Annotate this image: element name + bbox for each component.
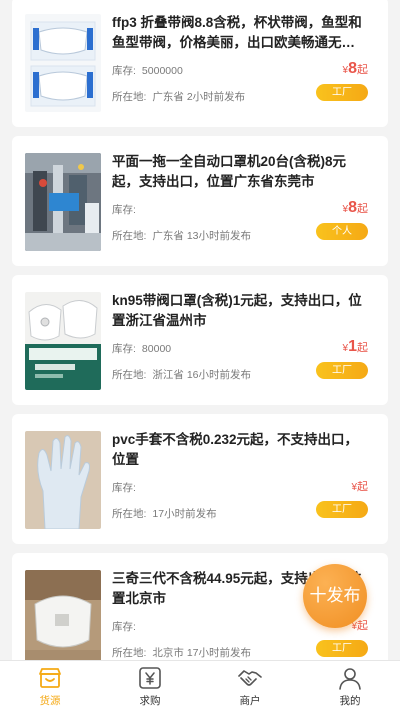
stock-label: 库存: [112, 65, 136, 77]
listing-stock: 库存: [112, 202, 142, 217]
listing-location: 所在地: 17小时前发布 [112, 506, 217, 521]
location-label: 所在地: [112, 508, 147, 520]
location-value: 浙江省 16小时前发布 [152, 369, 252, 381]
product-thumbnail [25, 14, 101, 112]
listing-stock: 库存: 5000000 [112, 63, 183, 78]
tab-supply[interactable]: 货源 [0, 661, 100, 710]
tab-label: 求购 [139, 695, 161, 707]
listing-location: 所在地: 广东省 13小时前发布 [112, 228, 251, 243]
stock-label: 库存: [112, 204, 136, 216]
tab-label: 商户 [239, 695, 261, 707]
price-number: 8 [348, 60, 357, 77]
listing-price: ¥8起 [343, 60, 368, 78]
location-label: 所在地: [112, 647, 147, 659]
tab-mine[interactable]: 我的 [300, 661, 400, 710]
price-unit: 起 [357, 342, 368, 354]
price-number: 8 [348, 199, 357, 216]
price-number: 1 [348, 338, 357, 355]
listing-title: kn95带阀口罩(含税)1元起，支持出口，位置浙江省温州市 [112, 293, 362, 328]
yen-bag-icon [139, 667, 161, 689]
product-thumbnail [25, 570, 101, 660]
seller-type-badge: 工厂 [316, 640, 368, 657]
shop-icon [39, 668, 61, 688]
location-value: 广东省 13小时前发布 [152, 230, 252, 242]
stock-value: 5000000 [141, 65, 183, 77]
listing-price: ¥1起 [343, 338, 368, 356]
stock-value: 80000 [141, 343, 172, 355]
listing-feed: ffp3 折叠带阀8.8含税，杯状带阀，鱼型和鱼型带阀，价格美丽，出口欧美畅通无… [0, 0, 400, 660]
user-icon [339, 668, 361, 690]
listing-location: 所在地: 浙江省 16小时前发布 [112, 367, 251, 382]
listing-stock: 库存: [112, 480, 142, 495]
tab-label: 货源 [39, 695, 61, 707]
listing-card[interactable]: pvc手套不含税0.232元起，不支持出口，位置 库存: ¥起 所在地: 17小时… [12, 414, 388, 544]
listing-location: 所在地: 广东省 2小时前发布 [112, 89, 245, 104]
product-thumbnail [25, 431, 101, 529]
listing-card[interactable]: 平面一拖一全自动口罩机20台(含税)8元起，支持出口，位置广东省东莞市 库存: … [12, 136, 388, 266]
listing-location: 所在地: 北京市 17小时前发布 [112, 645, 251, 660]
location-value: 北京市 17小时前发布 [152, 647, 252, 659]
listing-title: pvc手套不含税0.232元起，不支持出口，位置 [112, 432, 359, 467]
stock-label: 库存: [112, 621, 136, 633]
price-unit: 起 [357, 203, 368, 215]
price-unit: 起 [357, 481, 368, 493]
seller-type-badge: 工厂 [316, 362, 368, 379]
product-thumbnail [25, 292, 101, 390]
seller-type-badge: 工厂 [316, 84, 368, 101]
product-thumbnail [25, 153, 101, 251]
listing-card[interactable]: ffp3 折叠带阀8.8含税，杯状带阀，鱼型和鱼型带阀，价格美丽，出口欧美畅通无… [12, 0, 388, 127]
listing-stock: 库存: 80000 [112, 341, 171, 356]
location-label: 所在地: [112, 91, 147, 103]
listing-title: ffp3 折叠带阀8.8含税，杯状带阀，鱼型和鱼型带阀，价格美丽，出口欧美畅通无… [112, 15, 362, 50]
publish-button[interactable]: 十发布 [303, 564, 367, 628]
seller-type-badge: 工厂 [316, 501, 368, 518]
price-unit: 起 [357, 620, 368, 632]
listing-stock: 库存: [112, 619, 142, 634]
listing-title: 平面一拖一全自动口罩机20台(含税)8元起，支持出口，位置广东省东莞市 [112, 154, 347, 189]
bottom-tab-bar: 货源 求购 商户 我的 [0, 660, 400, 710]
listing-price: ¥起 [351, 477, 368, 495]
location-label: 所在地: [112, 369, 147, 381]
price-unit: 起 [357, 64, 368, 76]
seller-type-badge: 个人 [316, 223, 368, 240]
listing-card[interactable]: kn95带阀口罩(含税)1元起，支持出口，位置浙江省温州市 库存: 80000 ¥… [12, 275, 388, 405]
stock-label: 库存: [112, 343, 136, 355]
tab-merchants[interactable]: 商户 [200, 661, 300, 710]
location-value: 广东省 2小时前发布 [152, 91, 246, 103]
handshake-icon [238, 670, 262, 686]
tab-label: 我的 [339, 695, 361, 707]
listing-price: ¥8起 [343, 199, 368, 217]
stock-label: 库存: [112, 482, 136, 494]
tab-purchase[interactable]: 求购 [100, 661, 200, 710]
location-value: 17小时前发布 [152, 508, 217, 520]
location-label: 所在地: [112, 230, 147, 242]
